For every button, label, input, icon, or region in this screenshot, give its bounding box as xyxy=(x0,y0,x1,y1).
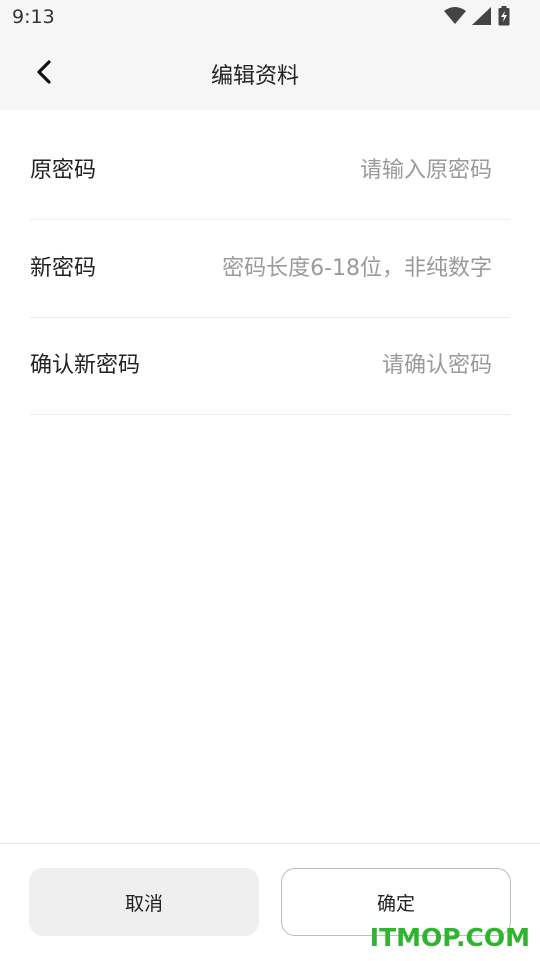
cancel-button[interactable]: 取消 xyxy=(29,868,259,936)
old-password-label: 原密码 xyxy=(30,158,97,183)
old-password-input[interactable] xyxy=(172,150,492,190)
confirm-password-input[interactable] xyxy=(172,345,492,385)
confirm-password-label: 确认新密码 xyxy=(30,353,141,378)
new-password-input[interactable] xyxy=(172,248,492,288)
battery-charging-icon xyxy=(498,6,510,30)
new-password-row: 新密码 xyxy=(30,220,510,318)
new-password-label: 新密码 xyxy=(30,256,97,281)
site-watermark: ITMOP.COM xyxy=(369,923,530,952)
page-title: 编辑资料 xyxy=(210,64,299,89)
app-header: 编辑资料 xyxy=(0,36,540,110)
status-icons xyxy=(444,6,510,30)
wifi-icon xyxy=(444,7,466,29)
confirm-password-row: 确认新密码 xyxy=(30,317,510,415)
status-time: 9:13 xyxy=(12,6,55,28)
old-password-row: 原密码 xyxy=(30,122,510,220)
status-bar: 9:13 xyxy=(0,0,540,36)
cellular-signal-icon xyxy=(472,7,492,29)
